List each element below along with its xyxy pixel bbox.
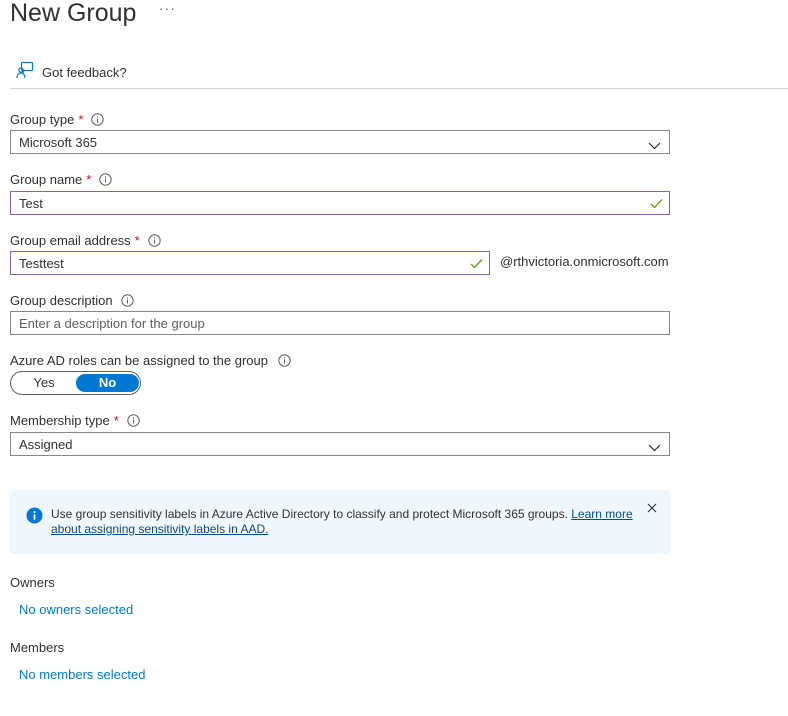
required-marker: * [78,111,84,127]
azure-ad-roles-toggle[interactable]: Yes No [10,371,141,395]
azure-ad-roles-label: Azure AD roles can be assigned to the gr… [10,351,291,369]
group-type-value: Microsoft 365 [19,134,98,150]
info-icon[interactable] [278,353,291,367]
no-owners-selected-link[interactable]: No owners selected [19,602,133,617]
required-marker: * [113,412,119,428]
owners-label: Owners [10,575,55,590]
group-name-label-text: Group name [10,171,83,187]
sensitivity-labels-banner: Use group sensitivity labels in Azure Ac… [10,490,670,554]
checkmark-icon [470,257,483,272]
group-description-placeholder: Enter a description for the group [19,315,205,331]
no-members-selected-link[interactable]: No members selected [19,667,145,682]
toggle-yes-option[interactable]: Yes [11,372,77,394]
info-filled-icon [26,507,43,529]
group-description-label: Group description [10,291,134,309]
group-name-input[interactable]: Test [10,191,670,215]
group-email-input[interactable]: Testtest [10,251,490,275]
chevron-down-icon [648,138,661,153]
info-icon[interactable] [99,172,113,186]
close-icon[interactable] [647,500,657,518]
required-marker: * [134,232,140,248]
email-domain-suffix: @rthvictoria.onmicrosoft.com [500,254,669,269]
group-type-label: Group type * [10,110,105,128]
group-email-label-text: Group email address [10,232,131,248]
checkmark-icon [650,197,663,212]
group-email-label: Group email address * [10,231,161,249]
banner-text: Use group sensitivity labels in Azure Ac… [51,507,568,521]
membership-type-value: Assigned [19,436,73,452]
banner-message: Use group sensitivity labels in Azure Ac… [51,507,641,537]
more-options-button[interactable]: ··· [159,0,176,16]
feedback-button[interactable]: Got feedback? [16,60,127,84]
info-icon[interactable] [127,413,140,427]
group-type-dropdown[interactable]: Microsoft 365 [10,130,670,154]
header-divider [10,88,788,89]
feedback-label: Got feedback? [42,64,127,80]
group-type-label-text: Group type [10,111,75,127]
membership-type-dropdown[interactable]: Assigned [10,432,670,456]
chevron-down-icon [648,440,661,455]
toggle-no-option[interactable]: No [76,374,139,392]
group-description-label-text: Group description [10,292,113,308]
page-title: New Group [10,0,137,27]
azure-ad-roles-label-text: Azure AD roles can be assigned to the gr… [10,352,268,368]
info-icon[interactable] [148,233,161,247]
info-icon[interactable] [91,112,105,126]
members-label: Members [10,640,65,655]
membership-type-label-text: Membership type [10,412,110,428]
feedback-person-icon [16,61,34,84]
required-marker: * [86,171,92,187]
info-icon[interactable] [120,293,134,307]
group-description-input[interactable]: Enter a description for the group [10,311,670,335]
group-email-value: Testtest [19,255,64,271]
membership-type-label: Membership type * [10,411,140,429]
group-name-value: Test [19,195,43,211]
group-name-label: Group name * [10,170,113,188]
